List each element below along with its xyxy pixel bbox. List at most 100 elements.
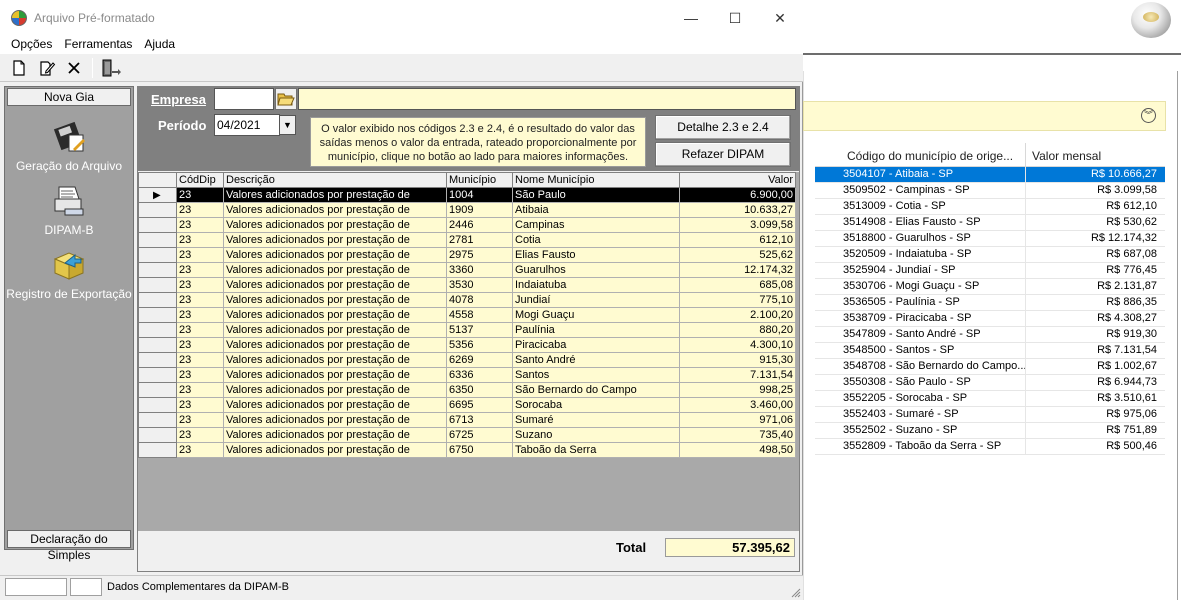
list-item[interactable]: 3536505 - Paulínia - SP R$ 886,35 xyxy=(815,295,1165,311)
cell-descricao[interactable]: Valores adicionados por prestação de xyxy=(223,232,447,248)
cell-valor[interactable]: 612,10 xyxy=(679,232,796,248)
cell-descricao[interactable]: Valores adicionados por prestação de xyxy=(223,307,447,323)
cell-descricao[interactable]: Valores adicionados por prestação de xyxy=(223,247,447,263)
row-indicator[interactable] xyxy=(138,442,177,458)
cell-nome-municipio[interactable]: Suzano xyxy=(512,427,680,443)
cell-nome-municipio[interactable]: Jundiaí xyxy=(512,292,680,308)
table-row[interactable]: 23 Valores adicionados por prestação de 35… xyxy=(138,277,796,293)
menu-opcoes[interactable]: Opções xyxy=(0,34,58,54)
cell-valor[interactable]: 775,10 xyxy=(679,292,796,308)
cell-descricao[interactable]: Valores adicionados por prestação de xyxy=(223,367,447,383)
row-indicator[interactable] xyxy=(138,262,177,278)
column-header-coddip[interactable]: CódDip xyxy=(176,172,224,188)
cell-nome-municipio[interactable]: Paulínia xyxy=(512,322,680,338)
row-indicator[interactable] xyxy=(138,277,177,293)
cell-descricao[interactable]: Valores adicionados por prestação de xyxy=(223,382,447,398)
cell-coddip[interactable]: 23 xyxy=(176,442,224,458)
cell-coddip[interactable]: 23 xyxy=(176,202,224,218)
row-indicator[interactable] xyxy=(138,337,177,353)
cell-valor[interactable]: 498,50 xyxy=(679,442,796,458)
minimize-button[interactable]: — xyxy=(669,6,713,30)
list-item[interactable]: 3504107 - Atibaia - SP R$ 10.666,27 xyxy=(815,167,1165,183)
list-item[interactable]: 3513009 - Cotia - SP R$ 612,10 xyxy=(815,199,1165,215)
sidebar-item-geracao-arquivo[interactable]: Geração do Arquivo xyxy=(5,119,133,173)
cell-descricao[interactable]: Valores adicionados por prestação de xyxy=(223,397,447,413)
cell-coddip[interactable]: 23 xyxy=(176,292,224,308)
cell-valor[interactable]: 12.174,32 xyxy=(679,262,796,278)
cell-descricao[interactable]: Valores adicionados por prestação de xyxy=(223,427,447,443)
empresa-code-input[interactable] xyxy=(214,88,274,110)
list-item[interactable]: 3514908 - Elias Fausto - SP R$ 530,62 xyxy=(815,215,1165,231)
table-row[interactable]: 23 Valores adicionados por prestação de 63… xyxy=(138,367,796,383)
menu-ferramentas[interactable]: Ferramentas xyxy=(58,34,138,54)
resize-grip-icon[interactable] xyxy=(789,586,801,598)
cell-coddip[interactable]: 23 xyxy=(176,217,224,233)
declaracao-simples-button[interactable]: Declaração do Simples xyxy=(7,530,131,562)
cell-nome-municipio[interactable]: Piracicaba xyxy=(512,337,680,353)
row-indicator[interactable] xyxy=(138,232,177,248)
list-item[interactable]: 3552403 - Sumaré - SP R$ 975,06 xyxy=(815,407,1165,423)
row-indicator[interactable] xyxy=(138,412,177,428)
cell-descricao[interactable]: Valores adicionados por prestação de xyxy=(223,262,447,278)
column-header-nome-municipio[interactable]: Nome Município xyxy=(512,172,680,188)
cell-nome-municipio[interactable]: Elias Fausto xyxy=(512,247,680,263)
exit-icon[interactable] xyxy=(100,59,122,77)
cell-coddip[interactable]: 23 xyxy=(176,262,224,278)
row-indicator[interactable] xyxy=(138,367,177,383)
cell-nome-municipio[interactable]: Sumaré xyxy=(512,412,680,428)
delete-icon[interactable] xyxy=(65,59,83,77)
cell-coddip[interactable]: 23 xyxy=(176,352,224,368)
detalhe-button[interactable]: Detalhe 2.3 e 2.4 xyxy=(655,115,791,140)
cell-coddip[interactable]: 23 xyxy=(176,382,224,398)
table-row[interactable]: 23 Valores adicionados por prestação de 53… xyxy=(138,337,796,353)
cell-coddip[interactable]: 23 xyxy=(176,307,224,323)
list-item[interactable]: 3525904 - Jundiaí - SP R$ 776,45 xyxy=(815,263,1165,279)
cell-nome-municipio[interactable]: São Paulo xyxy=(512,187,680,203)
periodo-dropdown-button[interactable]: ▼ xyxy=(279,115,296,135)
row-indicator[interactable] xyxy=(138,382,177,398)
cell-municipio[interactable]: 2975 xyxy=(446,247,513,263)
list-item[interactable]: 3520509 - Indaiatuba - SP R$ 687,08 xyxy=(815,247,1165,263)
column-header-valor[interactable]: Valor mensal xyxy=(1026,143,1165,166)
cell-valor[interactable]: 2.100,20 xyxy=(679,307,796,323)
cell-coddip[interactable]: 23 xyxy=(176,367,224,383)
list-item[interactable]: 3552205 - Sorocaba - SP R$ 3.510,61 xyxy=(815,391,1165,407)
maximize-button[interactable]: ☐ xyxy=(713,6,757,30)
cell-valor[interactable]: 4.300,10 xyxy=(679,337,796,353)
list-item[interactable]: 3509502 - Campinas - SP R$ 3.099,58 xyxy=(815,183,1165,199)
table-row[interactable]: 23 Valores adicionados por prestação de 29… xyxy=(138,247,796,263)
cell-descricao[interactable]: Valores adicionados por prestação de xyxy=(223,337,447,353)
table-row[interactable]: 23 Valores adicionados por prestação de 45… xyxy=(138,307,796,323)
cell-municipio[interactable]: 3530 xyxy=(446,277,513,293)
cell-valor[interactable]: 685,08 xyxy=(679,277,796,293)
cell-valor[interactable]: 735,40 xyxy=(679,427,796,443)
cell-nome-municipio[interactable]: Cotia xyxy=(512,232,680,248)
cell-valor[interactable]: 880,20 xyxy=(679,322,796,338)
cell-coddip[interactable]: 23 xyxy=(176,232,224,248)
table-row[interactable]: 23 Valores adicionados por prestação de 51… xyxy=(138,322,796,338)
new-file-icon[interactable] xyxy=(10,59,28,77)
cell-nome-municipio[interactable]: São Bernardo do Campo xyxy=(512,382,680,398)
cell-municipio[interactable]: 4558 xyxy=(446,307,513,323)
collapsible-header[interactable] xyxy=(803,101,1166,131)
cell-nome-municipio[interactable]: Santos xyxy=(512,367,680,383)
cell-municipio[interactable]: 6725 xyxy=(446,427,513,443)
cell-municipio[interactable]: 1909 xyxy=(446,202,513,218)
cell-descricao[interactable]: Valores adicionados por prestação de xyxy=(223,292,447,308)
cell-valor[interactable]: 6.900,00 xyxy=(679,187,796,203)
column-header-descricao[interactable]: Descrição xyxy=(223,172,447,188)
menu-ajuda[interactable]: Ajuda xyxy=(138,34,181,54)
cell-coddip[interactable]: 23 xyxy=(176,277,224,293)
cell-coddip[interactable]: 23 xyxy=(176,337,224,353)
table-row[interactable]: 23 Valores adicionados por prestação de 62… xyxy=(138,352,796,368)
row-indicator[interactable] xyxy=(138,217,177,233)
column-header-valor[interactable]: Valor xyxy=(679,172,796,188)
table-row[interactable]: 23 Valores adicionados por prestação de 27… xyxy=(138,232,796,248)
cell-municipio[interactable]: 6350 xyxy=(446,382,513,398)
periodo-input[interactable] xyxy=(214,114,280,136)
open-folder-button[interactable] xyxy=(275,88,297,110)
cell-municipio[interactable]: 5356 xyxy=(446,337,513,353)
cell-nome-municipio[interactable]: Mogi Guaçu xyxy=(512,307,680,323)
cell-coddip[interactable]: 23 xyxy=(176,397,224,413)
cell-nome-municipio[interactable]: Atibaia xyxy=(512,202,680,218)
